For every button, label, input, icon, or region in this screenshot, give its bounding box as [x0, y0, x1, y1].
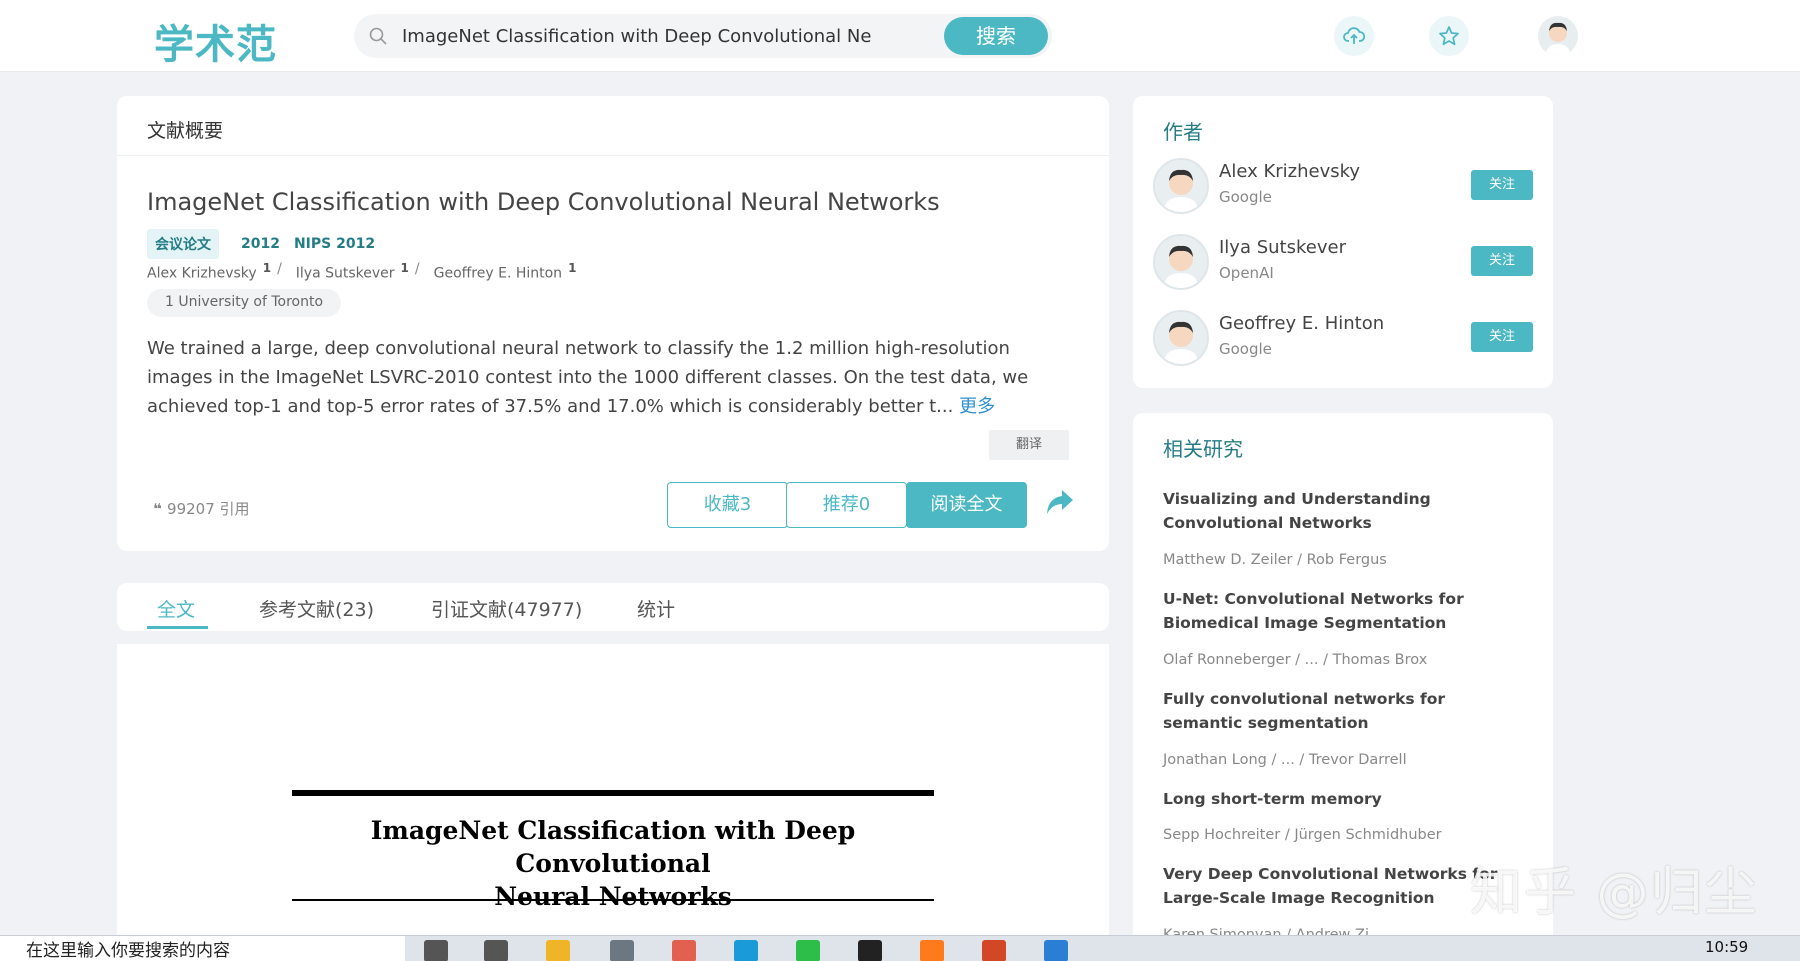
- user-avatar[interactable]: [1538, 16, 1578, 56]
- related-item: Very Deep Convolutional Networks for Lar…: [1163, 862, 1523, 910]
- tab-citations[interactable]: 引证文献(47977): [431, 595, 582, 622]
- author-org: OpenAI: [1219, 264, 1274, 282]
- author-row: Alex Krizhevsky Google 关注: [1153, 158, 1533, 218]
- authors-panel: 作者 Alex Krizhevsky Google 关注 Ilya Sutske…: [1133, 96, 1553, 388]
- summary-heading: 文献概要: [117, 96, 1109, 156]
- upload-button[interactable]: [1334, 16, 1374, 56]
- file-explorer-icon[interactable]: [546, 940, 570, 961]
- upload-cloud-icon: [1343, 27, 1365, 44]
- related-item: Long short-term memory: [1163, 787, 1523, 811]
- related-item: U-Net: Convolutional Networks for Biomed…: [1163, 587, 1523, 635]
- watermark: 知乎 @归尘: [1470, 863, 1759, 923]
- paper-authors: Alex Krizhevsky 1 / Ilya Sutskever 1 / Geo…: [147, 261, 577, 282]
- site-logo[interactable]: 学术范: [154, 12, 277, 70]
- related-authors[interactable]: Jonathan Long / ... / Trevor Darrell: [1163, 752, 1407, 768]
- active-tab-indicator: [147, 626, 208, 629]
- search-input[interactable]: [402, 20, 872, 52]
- fulltext-preview: ImageNet Classification with Deep Convol…: [117, 644, 1109, 944]
- top-header: 学术范 搜索: [0, 0, 1800, 72]
- more-link[interactable]: 更多: [959, 396, 995, 417]
- author-link[interactable]: Alex Krizhevsky 1: [147, 261, 271, 282]
- taskbar-search-text: 在这里输入你要搜索的内容: [26, 941, 230, 961]
- star-icon: [1439, 26, 1459, 46]
- author-org: Google: [1219, 340, 1272, 358]
- vscode-icon[interactable]: [1044, 940, 1068, 961]
- paper-year: 2012: [241, 236, 280, 252]
- content-tabs: 全文 参考文献(23) 引证文献(47977) 统计: [117, 583, 1109, 631]
- tab-fulltext[interactable]: 全文: [157, 595, 195, 622]
- follow-button[interactable]: 关注: [1471, 246, 1533, 276]
- citation-count: ❝ 99207 引用: [153, 500, 250, 518]
- recommend-button[interactable]: 推荐0: [786, 482, 907, 528]
- author-name[interactable]: Alex Krizhevsky: [1219, 161, 1360, 182]
- paper-title[interactable]: ImageNet Classification with Deep Convol…: [147, 188, 940, 216]
- taskview-icon[interactable]: [484, 940, 508, 961]
- search-taskbar-icon[interactable]: [424, 940, 448, 961]
- author-name[interactable]: Ilya Sutskever: [1219, 237, 1346, 258]
- follow-button[interactable]: 关注: [1471, 170, 1533, 200]
- doc-top-rule: [292, 790, 934, 796]
- search-button[interactable]: 搜索: [944, 17, 1048, 55]
- app-icon[interactable]: [672, 940, 696, 961]
- author-avatar[interactable]: [1153, 234, 1209, 290]
- related-authors[interactable]: Matthew D. Zeiler / Rob Fergus: [1163, 552, 1387, 568]
- related-panel-title: 相关研究: [1163, 437, 1243, 461]
- paper-venue[interactable]: NIPS 2012: [294, 236, 375, 252]
- system-clock: 10:59: [1705, 938, 1749, 956]
- powerpoint-icon[interactable]: [982, 940, 1006, 961]
- collect-button[interactable]: 收藏3: [667, 482, 788, 528]
- related-title[interactable]: Long short-term memory: [1163, 787, 1523, 811]
- author-row: Geoffrey E. Hinton Google 关注: [1153, 310, 1533, 370]
- search-icon: [368, 26, 388, 50]
- tab-references[interactable]: 参考文献(23): [259, 595, 374, 622]
- paper-type-badge: 会议论文: [147, 229, 219, 259]
- related-title[interactable]: U-Net: Convolutional Networks for Biomed…: [1163, 587, 1523, 635]
- quote-icon: ❝: [153, 500, 168, 518]
- terminal-icon[interactable]: [858, 940, 882, 961]
- related-title[interactable]: Very Deep Convolutional Networks for Lar…: [1163, 862, 1523, 910]
- authors-panel-title: 作者: [1163, 120, 1203, 144]
- affiliation-badge: 1 University of Toronto: [147, 289, 342, 317]
- wechat-icon[interactable]: [796, 940, 820, 961]
- related-item: Fully convolutional networks for semanti…: [1163, 687, 1523, 735]
- author-avatar[interactable]: [1153, 158, 1209, 214]
- favorites-button[interactable]: [1429, 16, 1469, 56]
- share-arrow-icon: [1047, 490, 1073, 514]
- translate-button[interactable]: 翻译: [989, 430, 1069, 460]
- camera-icon[interactable]: [610, 940, 634, 961]
- abstract-text: We trained a large, deep convolutional n…: [147, 338, 1029, 417]
- related-title[interactable]: Visualizing and Understanding Convolutio…: [1163, 487, 1523, 535]
- os-taskbar: 在这里输入你要搜索的内容 10:59: [0, 935, 1800, 961]
- related-item: Visualizing and Understanding Convolutio…: [1163, 487, 1523, 535]
- follow-button[interactable]: 关注: [1471, 322, 1533, 352]
- paper-tags: 会议论文 2012 NIPS 2012: [147, 229, 375, 259]
- paper-summary-card: 文献概要 ImageNet Classification with Deep C…: [117, 96, 1109, 551]
- firefox-icon[interactable]: [920, 940, 944, 961]
- related-authors[interactable]: Sepp Hochreiter / Jürgen Schmidhuber: [1163, 827, 1442, 843]
- related-title[interactable]: Fully convolutional networks for semanti…: [1163, 687, 1523, 735]
- search-bar: 搜索: [354, 14, 1052, 58]
- read-fulltext-button[interactable]: 阅读全文: [906, 482, 1027, 528]
- author-name[interactable]: Geoffrey E. Hinton: [1219, 313, 1384, 334]
- author-row: Ilya Sutskever OpenAI 关注: [1153, 234, 1533, 294]
- author-link[interactable]: Geoffrey E. Hinton 1: [434, 261, 577, 282]
- share-button[interactable]: [1045, 488, 1075, 520]
- doc-bottom-rule: [292, 899, 934, 901]
- related-authors[interactable]: Olaf Ronneberger / ... / Thomas Brox: [1163, 652, 1427, 668]
- author-org: Google: [1219, 188, 1272, 206]
- author-link[interactable]: Ilya Sutskever 1: [296, 261, 409, 282]
- edge-icon[interactable]: [734, 940, 758, 961]
- author-avatar[interactable]: [1153, 310, 1209, 366]
- tab-statistics[interactable]: 统计: [637, 595, 675, 622]
- taskbar-search[interactable]: 在这里输入你要搜索的内容: [0, 936, 405, 961]
